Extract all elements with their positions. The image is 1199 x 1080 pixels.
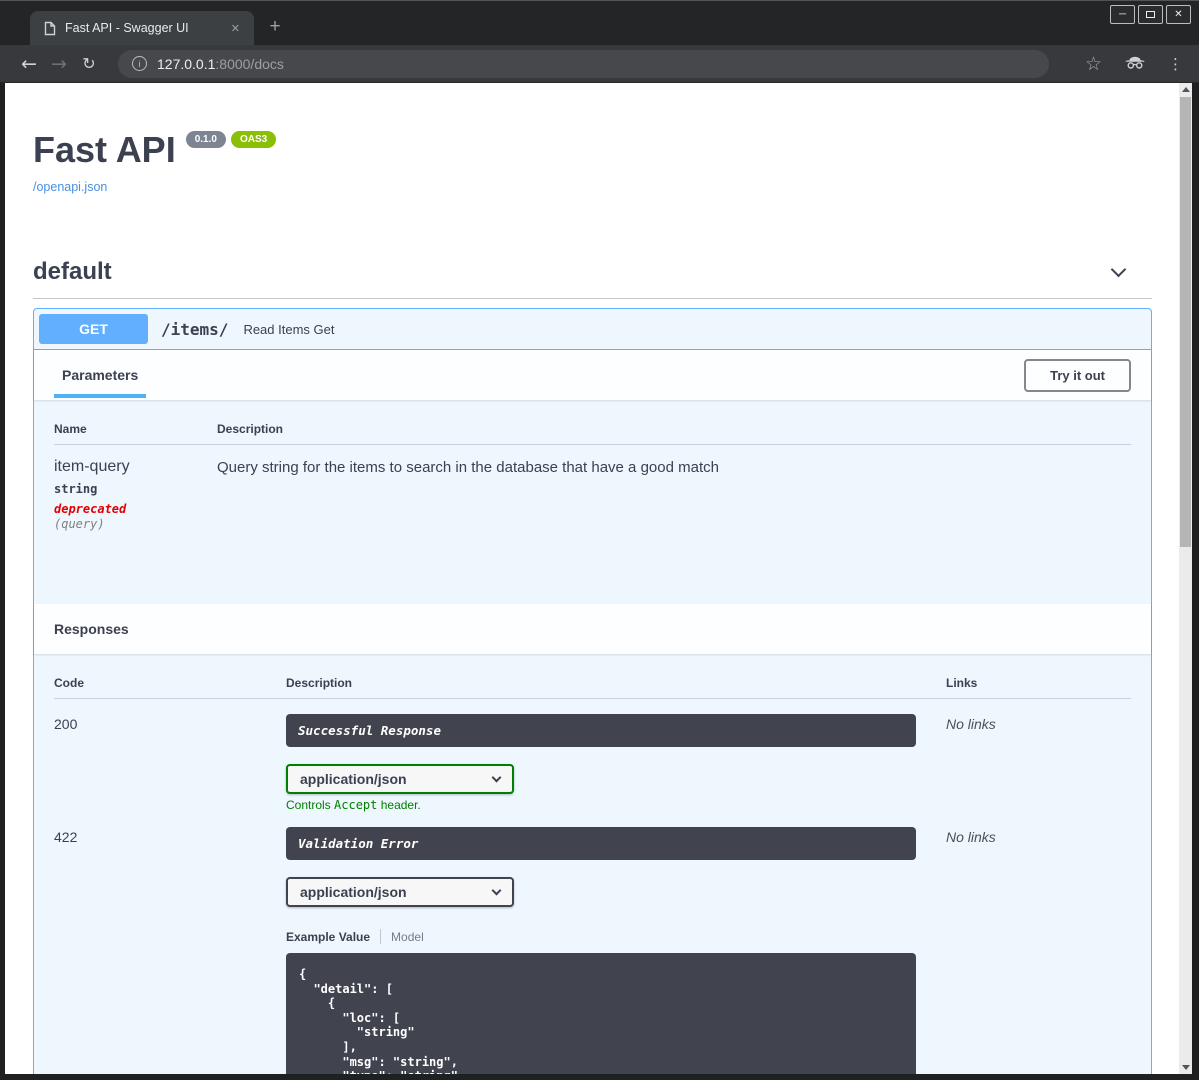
maximize-button[interactable] bbox=[1138, 5, 1163, 24]
tab-title: Fast API - Swagger UI bbox=[65, 21, 189, 35]
parameters-body: Name Description item-query string depre… bbox=[34, 400, 1151, 604]
url-host: 127.0.0.1 bbox=[157, 55, 216, 72]
titlebar: Fast API - Swagger UI ✕ + ─ ✕ bbox=[0, 1, 1199, 45]
divider bbox=[33, 298, 1152, 299]
scrollbar-down-arrow[interactable] bbox=[1179, 1061, 1192, 1074]
media-type-value: application/json bbox=[300, 771, 407, 787]
tab-separator bbox=[380, 929, 382, 944]
operation-summary[interactable]: GET /items/ Read Items Get bbox=[34, 309, 1151, 350]
param-type: string bbox=[54, 482, 98, 496]
site-info-icon[interactable]: i bbox=[132, 56, 147, 71]
chevron-down-icon[interactable] bbox=[1110, 261, 1127, 277]
new-tab-button[interactable]: + bbox=[262, 14, 288, 40]
content-viewport: Fast API 0.1.0 OAS3 /openapi.json defaul… bbox=[0, 83, 1199, 1080]
menu-kebab-icon[interactable]: ⋮ bbox=[1168, 55, 1183, 73]
tag-header[interactable]: default bbox=[33, 253, 1152, 291]
method-get-button: GET bbox=[39, 314, 148, 344]
try-it-out-button[interactable]: Try it out bbox=[1024, 358, 1131, 392]
back-icon[interactable]: ← bbox=[14, 53, 44, 75]
responses-title: Responses bbox=[54, 621, 129, 637]
parameters-label: Parameters bbox=[62, 367, 139, 383]
api-title: Fast API bbox=[33, 129, 176, 170]
col-header-name: Name bbox=[54, 422, 87, 436]
param-deprecated-flag: deprecated bbox=[54, 502, 127, 516]
response-links: No links bbox=[946, 829, 996, 845]
tab-example-value[interactable]: Example Value bbox=[286, 930, 370, 944]
browser-tab[interactable]: Fast API - Swagger UI ✕ bbox=[30, 11, 254, 45]
parameter-row: item-query string deprecated (query) Que… bbox=[54, 458, 1131, 531]
response-links: No links bbox=[946, 716, 996, 732]
response-row-422: 422 Validation Error application/json Ex… bbox=[54, 827, 1131, 1074]
col-header-resp-description: Description bbox=[286, 676, 353, 690]
tag-name: default bbox=[33, 258, 112, 285]
swagger-page: Fast API 0.1.0 OAS3 /openapi.json defaul… bbox=[5, 83, 1179, 1074]
response-description-box: Successful Response bbox=[286, 714, 916, 747]
reload-icon[interactable]: ↻ bbox=[74, 54, 104, 73]
maximize-icon bbox=[1146, 11, 1155, 18]
url-bar[interactable]: i 127.0.0.1:8000/docs bbox=[118, 49, 1049, 78]
select-chevron-icon bbox=[491, 772, 502, 782]
openapi-spec-link[interactable]: /openapi.json bbox=[33, 180, 107, 194]
version-badge: 0.1.0 bbox=[185, 131, 226, 148]
media-type-select[interactable]: application/json bbox=[286, 877, 514, 907]
param-description: Query string for the items to search in … bbox=[217, 459, 719, 476]
response-code: 200 bbox=[54, 716, 78, 732]
param-name: item-query bbox=[54, 458, 130, 475]
response-description-box: Validation Error bbox=[286, 827, 916, 860]
oas3-badge: OAS3 bbox=[230, 131, 277, 148]
scrollbar-thumb[interactable] bbox=[1180, 97, 1191, 547]
response-row-200: 200 Successful Response application/json… bbox=[54, 714, 1131, 812]
tag-section-default: default GET /items/ Read Items Get Param… bbox=[33, 253, 1152, 1074]
col-header-description: Description bbox=[217, 422, 284, 436]
response-code: 422 bbox=[54, 829, 78, 845]
tab-parameters[interactable]: Parameters bbox=[54, 367, 147, 398]
close-button[interactable]: ✕ bbox=[1166, 5, 1191, 24]
accept-header-note: Controls Accept header. bbox=[286, 798, 421, 812]
page-scrollbar[interactable] bbox=[1179, 83, 1192, 1074]
browser-toolbar: ← → ↻ i 127.0.0.1:8000/docs ☆ ⋮ bbox=[0, 45, 1199, 83]
window-controls: ─ ✕ bbox=[1110, 5, 1191, 24]
parameters-header: Parameters Try it out bbox=[34, 350, 1151, 400]
api-info: Fast API 0.1.0 OAS3 /openapi.json bbox=[33, 129, 1152, 196]
scrollbar-up-arrow[interactable] bbox=[1179, 83, 1192, 96]
param-location: (query) bbox=[54, 517, 105, 531]
document-icon bbox=[44, 21, 56, 35]
example-model-tabs: Example Value Model bbox=[286, 929, 946, 944]
forward-icon[interactable]: → bbox=[44, 53, 74, 75]
example-json-block: { "detail": [ { "loc": [ "string" ], "ms… bbox=[286, 953, 916, 1074]
bookmark-star-icon[interactable]: ☆ bbox=[1085, 53, 1102, 75]
col-header-code: Code bbox=[54, 676, 84, 690]
tab-model[interactable]: Model bbox=[391, 930, 424, 944]
browser-window: Fast API - Swagger UI ✕ + ─ ✕ ← → ↻ i 12… bbox=[0, 0, 1199, 1080]
opblock-get-items: GET /items/ Read Items Get Parameters Tr… bbox=[33, 308, 1152, 1074]
incognito-icon bbox=[1124, 54, 1146, 74]
responses-body: Code Description Links 200 Successful Re… bbox=[34, 654, 1151, 1074]
select-chevron-icon bbox=[491, 885, 502, 895]
active-tab-underline bbox=[54, 394, 147, 398]
col-header-links: Links bbox=[946, 676, 978, 690]
tab-close-icon[interactable]: ✕ bbox=[227, 20, 244, 37]
url-path: :8000/docs bbox=[215, 55, 284, 72]
media-type-select[interactable]: application/json bbox=[286, 764, 514, 794]
media-type-value: application/json bbox=[300, 884, 407, 900]
operation-path: /items/ bbox=[161, 319, 229, 339]
operation-description: Read Items Get bbox=[243, 321, 335, 337]
responses-header: Responses bbox=[34, 604, 1151, 654]
minimize-button[interactable]: ─ bbox=[1110, 5, 1135, 24]
